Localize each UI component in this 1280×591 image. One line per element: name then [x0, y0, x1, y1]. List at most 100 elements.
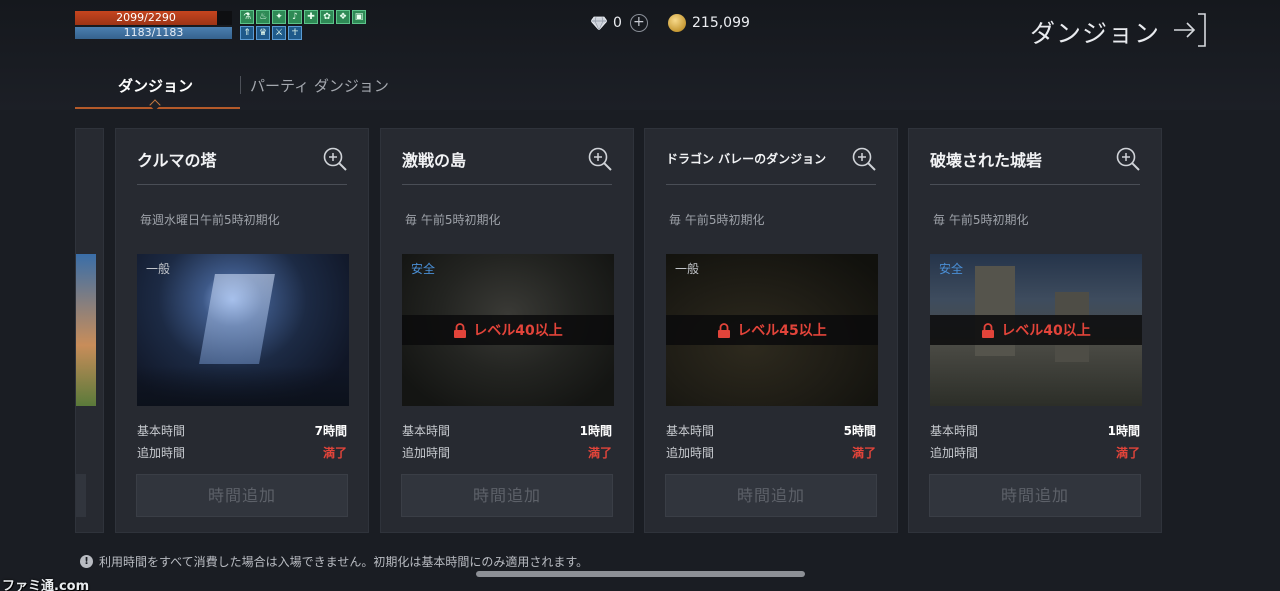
exit-icon[interactable]: [1172, 12, 1208, 48]
zoom-in-icon[interactable]: [851, 146, 877, 172]
buff-icon: ❖: [336, 10, 350, 24]
card-title: 破壊された城砦: [930, 151, 1043, 170]
gold-coin-icon: [668, 14, 686, 32]
notice-text: 利用時間をすべて消費した場合は入場できません。初期化は基本時間にのみ適用されます…: [99, 555, 589, 569]
add-time-button[interactable]: 時間追加: [929, 474, 1141, 517]
buff-icon: ♛: [256, 26, 270, 40]
zoom-in-icon[interactable]: [322, 146, 348, 172]
zoom-in-icon[interactable]: [1115, 146, 1141, 172]
extra-time-row: 追加時間 満了: [402, 444, 612, 461]
lock-icon: [982, 322, 995, 338]
hp-bar: 2099/2290: [75, 11, 217, 25]
base-time-label: 基本時間: [930, 424, 979, 438]
level-lock-banner: レベル45以上: [666, 315, 878, 345]
dungeon-card[interactable]: 破壊された城砦 毎 午前5時初期化 安全 レベル40以上 基本時間 1時間 追加…: [908, 128, 1162, 533]
base-time-label: 基本時間: [137, 424, 186, 438]
card-title: ドラゴン バレーのダンジョン: [666, 152, 827, 166]
extra-time-label: 追加時間: [402, 446, 451, 460]
dungeon-thumbnail: 安全 レベル40以上: [402, 254, 614, 406]
buff-icon: ✦: [272, 10, 286, 24]
info-icon: !: [80, 555, 93, 568]
level-requirement: レベル45以上: [737, 323, 827, 339]
buff-icon: ▣: [352, 10, 366, 24]
home-indicator[interactable]: [476, 571, 805, 577]
level-requirement: レベル40以上: [1001, 323, 1091, 339]
dungeon-card-partial[interactable]: [75, 128, 104, 533]
extra-time-row: 追加時間 満了: [137, 444, 347, 461]
reset-schedule: 毎 午前5時初期化: [933, 213, 1029, 227]
gold-currency: 215,099: [668, 14, 750, 32]
gem-currency: 0 +: [591, 14, 648, 32]
dungeon-card[interactable]: クルマの塔 毎週水曜日午前5時初期化 一般 基本時間 7時間 追加時間 満了 時…: [115, 128, 369, 533]
gem-count: 0: [613, 15, 622, 31]
add-gem-button[interactable]: +: [629, 14, 648, 32]
buff-icon: ✿: [320, 10, 334, 24]
base-time-label: 基本時間: [402, 424, 451, 438]
extra-time-value: 満了: [1115, 446, 1140, 460]
card-divider: [137, 184, 347, 185]
extra-time-label: 追加時間: [137, 446, 186, 460]
lock-icon: [718, 322, 731, 338]
zoom-in-icon[interactable]: [587, 146, 613, 172]
extra-time-row: 追加時間 満了: [930, 444, 1140, 461]
add-time-button[interactable]: 時間追加: [401, 474, 613, 517]
tower-illustration: [199, 274, 275, 364]
difficulty-tag: 安全: [939, 262, 964, 276]
add-time-button[interactable]: 時間追加: [136, 474, 348, 517]
buff-icon: ✚: [304, 10, 318, 24]
card-divider: [402, 184, 612, 185]
reset-schedule: 毎 午前5時初期化: [405, 213, 501, 227]
lock-icon: [454, 322, 467, 338]
diamond-icon: [591, 16, 607, 30]
extra-time-row: 追加時間 満了: [666, 444, 876, 461]
difficulty-tag: 安全: [411, 262, 436, 276]
dungeon-thumbnail: 安全 レベル40以上: [930, 254, 1142, 406]
base-time-value: 7時間: [314, 424, 347, 438]
buff-icon: ☥: [288, 26, 302, 40]
buff-icon: ⇑: [240, 26, 254, 40]
base-time-row: 基本時間 5時間: [666, 422, 876, 439]
watermark-logo: ファミ通.com: [2, 579, 90, 591]
hp-bar-empty: [217, 11, 232, 25]
tab-party-dungeon[interactable]: パーティ ダンジョン: [250, 75, 389, 96]
usage-notice: ! 利用時間をすべて消費した場合は入場できません。初期化は基本時間にのみ適用され…: [80, 553, 588, 570]
base-time-row: 基本時間 1時間: [930, 422, 1140, 439]
extra-time-value: 満了: [851, 446, 876, 460]
extra-time-value: 満了: [587, 446, 612, 460]
difficulty-tag: 一般: [675, 262, 700, 276]
base-time-value: 1時間: [579, 424, 612, 438]
floor-shade: [137, 366, 349, 406]
card-thumbnail-partial: [76, 254, 96, 406]
buff-icon: ♪: [288, 10, 302, 24]
dungeon-thumbnail: 一般: [137, 254, 349, 406]
base-time-value: 1時間: [1107, 424, 1140, 438]
card-divider: [930, 184, 1140, 185]
extra-time-label: 追加時間: [666, 446, 715, 460]
extra-time-label: 追加時間: [930, 446, 979, 460]
level-lock-banner: レベル40以上: [930, 315, 1142, 345]
gold-count: 215,099: [692, 15, 750, 31]
reset-schedule: 毎 午前5時初期化: [669, 213, 765, 227]
buff-icon: ♨: [256, 10, 270, 24]
tab-dungeon[interactable]: ダンジョン: [118, 75, 193, 96]
card-title: クルマの塔: [137, 151, 217, 170]
dungeon-card[interactable]: ドラゴン バレーのダンジョン 毎 午前5時初期化 一般 レベル45以上 基本時間…: [644, 128, 898, 533]
dungeon-card[interactable]: 激戦の島 毎 午前5時初期化 安全 レベル40以上 基本時間 1時間 追加時間 …: [380, 128, 634, 533]
buff-icon: ⚗: [240, 10, 254, 24]
level-requirement: レベル40以上: [473, 323, 563, 339]
add-time-button[interactable]: 時間追加: [665, 474, 877, 517]
level-lock-banner: レベル40以上: [402, 315, 614, 345]
base-time-row: 基本時間 1時間: [402, 422, 612, 439]
add-time-button-partial: [76, 474, 86, 517]
base-time-row: 基本時間 7時間: [137, 422, 347, 439]
dungeon-thumbnail: 一般 レベル45以上: [666, 254, 878, 406]
card-divider: [666, 184, 876, 185]
base-time-label: 基本時間: [666, 424, 715, 438]
buff-icon: ⚔: [272, 26, 286, 40]
extra-time-value: 満了: [322, 446, 347, 460]
card-title: 激戦の島: [402, 151, 467, 170]
mp-bar: 1183/1183: [75, 27, 232, 39]
page-title: ダンジョン: [1030, 19, 1161, 48]
tab-divider: [240, 76, 241, 94]
reset-schedule: 毎週水曜日午前5時初期化: [140, 213, 280, 227]
